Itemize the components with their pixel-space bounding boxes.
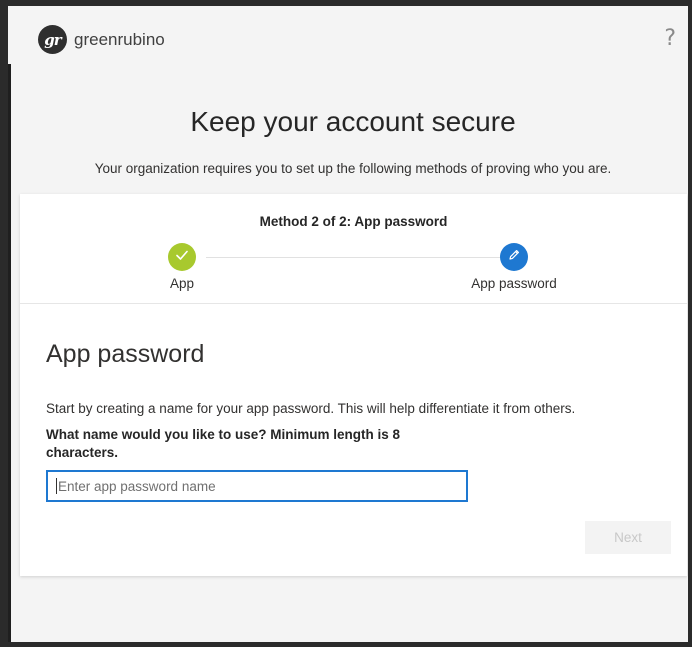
method-progress: Method 2 of 2: App password App App pass…	[20, 194, 687, 304]
step-app-label: App	[169, 276, 195, 291]
question-mark-icon[interactable]: ?	[664, 26, 676, 51]
next-button[interactable]: Next	[585, 521, 671, 554]
page-container: gr greenrubino ? Keep your account secur…	[8, 6, 688, 642]
form-question: What name would you like to use? Minimum…	[46, 427, 401, 460]
app-password-name-input[interactable]	[46, 470, 468, 502]
window-frame: gr greenrubino ? Keep your account secur…	[0, 0, 692, 647]
section-title: App password	[46, 340, 205, 368]
step-app-password-label: App password	[471, 276, 557, 291]
page-subtitle: Your organization requires you to set up…	[94, 161, 612, 176]
setup-card: Method 2 of 2: App password App App pass…	[20, 194, 687, 576]
pencil-icon	[507, 248, 521, 267]
checkmark-icon	[175, 248, 189, 267]
brand-logo: gr	[38, 25, 67, 54]
step-app-password-current	[500, 243, 528, 271]
text-cursor	[56, 478, 57, 494]
left-edge	[8, 6, 11, 642]
step-app-complete	[168, 243, 196, 271]
brand-name: greenrubino	[74, 30, 165, 49]
form-description: Start by creating a name for your app pa…	[46, 401, 576, 416]
step-connector-line	[206, 257, 512, 258]
page-title: Keep your account secure	[190, 106, 516, 137]
header: gr greenrubino ?	[8, 6, 688, 64]
method-label: Method 2 of 2: App password	[259, 214, 448, 229]
